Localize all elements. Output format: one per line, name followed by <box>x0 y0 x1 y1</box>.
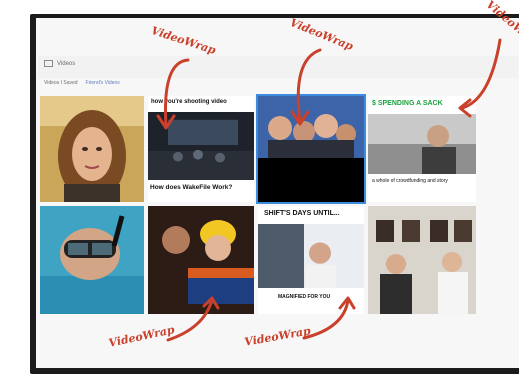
arrow-to-thumbnail-4 <box>460 38 502 110</box>
arrow-to-thumbnail-2 <box>164 58 190 128</box>
annotation-arrows <box>156 38 502 342</box>
